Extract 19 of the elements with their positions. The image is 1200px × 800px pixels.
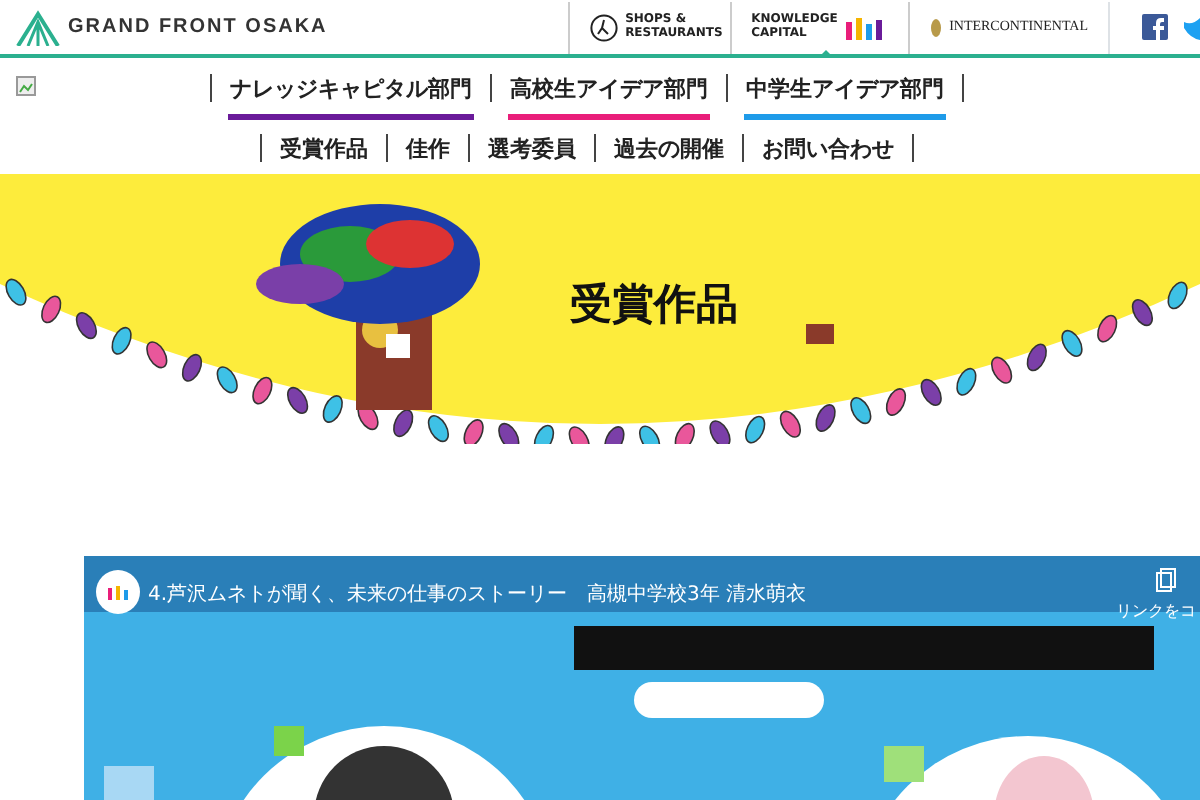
walking-figure-icon [589, 13, 618, 41]
nav-link[interactable]: 受賞作品 [278, 133, 370, 178]
facebook-icon[interactable] [1142, 14, 1168, 40]
logo-text[interactable]: GRAND FRONT OSAKA [68, 12, 328, 42]
nav-link[interactable]: 中学生アイデア部門 [744, 74, 946, 119]
colored-figures-icon [843, 15, 888, 39]
nav-link[interactable]: 佳作 [404, 133, 452, 178]
nav-link[interactable]: 選考委員 [486, 133, 578, 178]
nav-link[interactable]: 高校生アイデア部門 [508, 74, 710, 119]
channel-avatar-icon [96, 570, 140, 614]
nav-link[interactable]: 過去の開催 [612, 133, 726, 178]
nav-link[interactable]: お問い合わせ [760, 133, 896, 178]
copy-icon[interactable] [1156, 568, 1176, 592]
logo-icon [16, 9, 60, 45]
broken-image-icon [16, 76, 36, 96]
copy-link-label[interactable]: リンクをコ [1116, 600, 1196, 624]
banner-title: 受賞作品 [570, 278, 738, 332]
nav-link[interactable]: ナレッジキャピタル部門 [228, 74, 474, 119]
crest-icon [929, 17, 942, 37]
